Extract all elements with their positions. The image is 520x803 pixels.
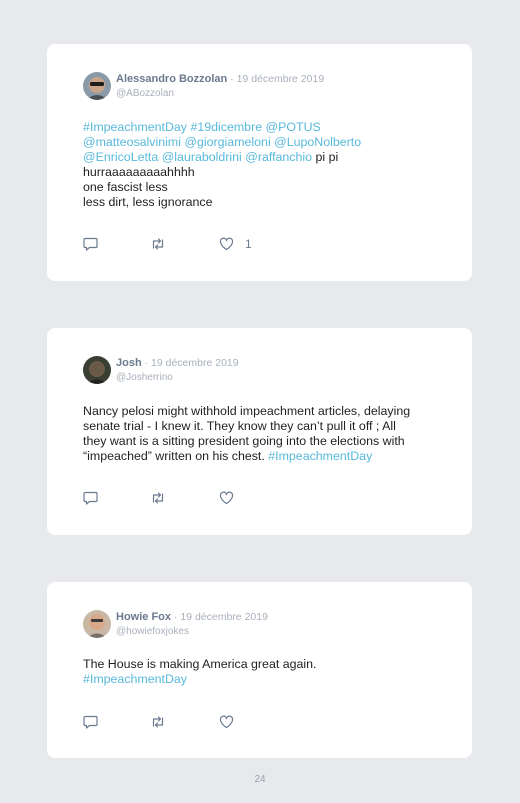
mention-link[interactable]: @POTUS: [266, 120, 321, 134]
avatar[interactable]: [83, 610, 111, 638]
author-name[interactable]: Howie Fox: [116, 611, 171, 623]
retweet-button[interactable]: [150, 236, 166, 252]
tweet-date: 19 décembre 2019: [180, 611, 268, 623]
like-button[interactable]: 1: [219, 236, 252, 252]
tweet-text: The House is making America great again.…: [83, 657, 442, 687]
retweet-icon: [152, 492, 164, 504]
tweet-text: #ImpeachmentDay #19dicembre @POTUS @matte…: [83, 120, 442, 210]
tweet-line: they want is a sitting president going i…: [83, 434, 442, 449]
mention-link[interactable]: @raffanchio: [245, 150, 312, 164]
mention-link[interactable]: @matteosalvinimi: [83, 135, 181, 149]
mention-link[interactable]: @giorgiameloni: [184, 135, 270, 149]
author-handle[interactable]: @howiefoxjokes: [116, 625, 268, 638]
tweet-text: Nancy pelosi might withhold impeachment …: [83, 404, 442, 464]
author-name[interactable]: Josh: [116, 357, 142, 369]
tweet-line: less dirt, less ignorance: [83, 195, 442, 210]
tweet-text-segment: The House is making America great again.: [83, 657, 317, 671]
reply-icon: [83, 237, 98, 251]
hashtag-link[interactable]: #ImpeachmentDay: [83, 120, 187, 134]
reply-icon: [83, 715, 98, 729]
retweet-button[interactable]: [150, 490, 166, 506]
author-line: Josh · 19 décembre 2019: [116, 357, 239, 370]
tweet-text-segment: they want is a sitting president going i…: [83, 434, 405, 448]
hashtag-link[interactable]: #19dicembre: [190, 120, 262, 134]
mention-link[interactable]: @LupoNolberto: [274, 135, 361, 149]
tweet-line: @EnricoLetta @lauraboldrini @raffanchio …: [83, 150, 442, 165]
author-line: Howie Fox · 19 décembre 2019: [116, 611, 268, 624]
avatar[interactable]: [83, 72, 111, 100]
tweet-line: #ImpeachmentDay: [83, 672, 442, 687]
author-handle[interactable]: @ABozzolan: [116, 87, 324, 100]
like-icon: [219, 715, 234, 729]
retweet-icon: [152, 716, 164, 728]
tweet-card: Alessandro Bozzolan · 19 décembre 2019 @…: [47, 44, 472, 281]
like-button[interactable]: [219, 714, 245, 730]
tweet-text-segment: hurraaaaaaaaahhhh: [83, 165, 195, 179]
like-icon: [219, 237, 234, 251]
tweet-line: @matteosalvinimi @giorgiameloni @LupoNol…: [83, 135, 442, 150]
retweet-button[interactable]: [150, 714, 166, 730]
separator: ·: [227, 73, 237, 85]
mention-link[interactable]: @lauraboldrini: [162, 150, 242, 164]
tweet-meta: Josh · 19 décembre 2019 @Josherrino: [116, 357, 239, 384]
tweet-meta: Howie Fox · 19 décembre 2019 @howiefoxjo…: [116, 611, 268, 638]
author-handle[interactable]: @Josherrino: [116, 371, 239, 384]
hashtag-link[interactable]: #ImpeachmentDay: [83, 672, 187, 686]
tweet-card: Howie Fox · 19 décembre 2019 @howiefoxjo…: [47, 582, 472, 758]
tweet-line: Nancy pelosi might withhold impeachment …: [83, 404, 442, 419]
like-icon: [219, 491, 234, 505]
tweet-line: senate trial - I knew it. They know they…: [83, 419, 442, 434]
tweet-line: “impeached” written on his chest. #Impea…: [83, 449, 442, 464]
retweet-icon: [152, 238, 164, 250]
avatar[interactable]: [83, 356, 111, 384]
tweet-meta: Alessandro Bozzolan · 19 décembre 2019 @…: [116, 73, 324, 100]
separator: ·: [141, 357, 152, 369]
reply-button[interactable]: [83, 490, 98, 506]
tweet-text-segment: one fascist less: [83, 180, 168, 194]
tweet-text-segment: “impeached” written on his chest.: [83, 449, 269, 463]
like-count: 1: [245, 237, 252, 251]
tweet-card: Josh · 19 décembre 2019 @Josherrino Nanc…: [47, 328, 472, 535]
page-number: 24: [254, 774, 266, 785]
tweet-text-segment: Nancy pelosi might withhold impeachment …: [83, 404, 411, 418]
tweet-text-segment: less dirt, less ignorance: [83, 195, 213, 209]
tweet-line: #ImpeachmentDay #19dicembre @POTUS: [83, 120, 442, 135]
tweet-line: hurraaaaaaaaahhhh: [83, 165, 442, 180]
tweet-date: 19 décembre 2019: [236, 73, 325, 85]
tweet-text-segment: pi pi: [312, 150, 339, 164]
reply-button[interactable]: [83, 236, 98, 252]
author-name[interactable]: Alessandro Bozzolan: [116, 73, 227, 85]
tweet-line: one fascist less: [83, 180, 442, 195]
tweet-text-segment: senate trial - I knew it. They know they…: [83, 419, 396, 433]
tweet-line: The House is making America great again.: [83, 657, 442, 672]
separator: ·: [171, 611, 181, 623]
mention-link[interactable]: @EnricoLetta: [83, 150, 158, 164]
like-button[interactable]: [219, 490, 245, 506]
reply-button[interactable]: [83, 714, 98, 730]
tweet-date: 19 décembre 2019: [151, 357, 239, 369]
hashtag-link[interactable]: #ImpeachmentDay: [268, 449, 372, 463]
reply-icon: [83, 491, 98, 505]
author-line: Alessandro Bozzolan · 19 décembre 2019: [116, 73, 324, 86]
